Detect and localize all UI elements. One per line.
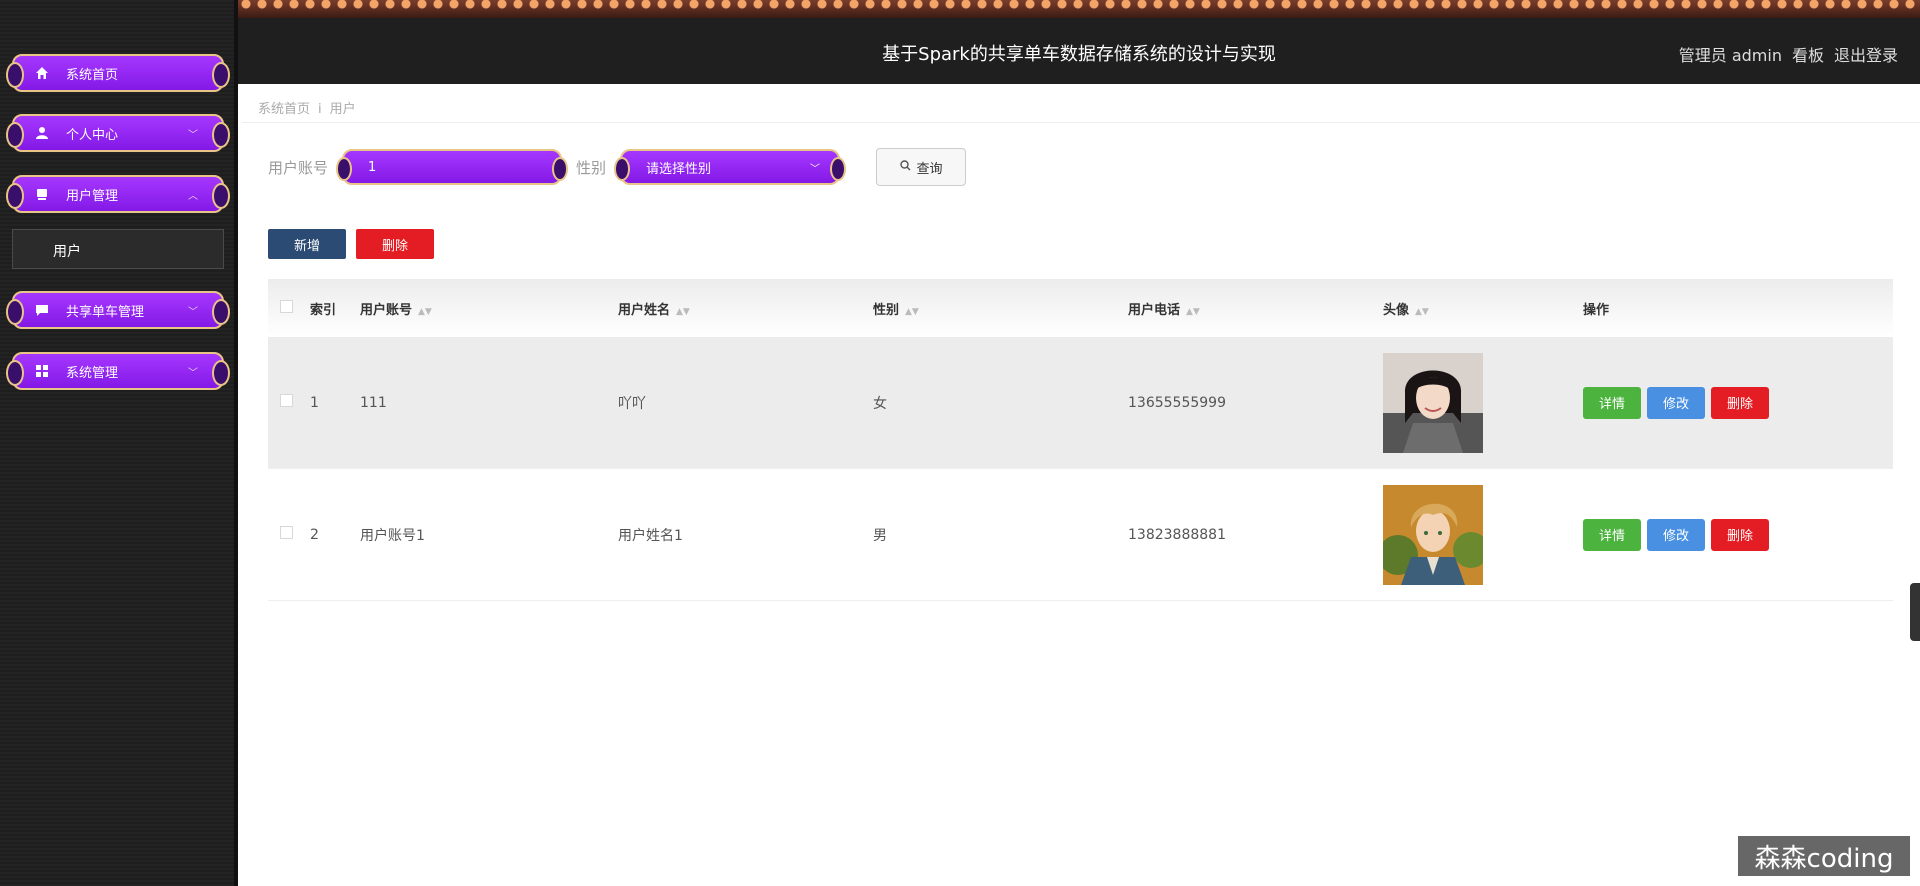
edit-button[interactable]: 修改 [1647,518,1705,551]
query-button[interactable]: 查询 [876,148,967,186]
detail-button[interactable]: 详情 [1583,518,1641,551]
sidebar: 系统首页 个人中心 ﹀ 用户管理 ︿ 用户 共享单车管理 ﹀ 系统管理 ﹀ [0,0,238,886]
cell-name: 吖吖 [618,395,646,412]
header-account[interactable]: 用户账号 ▲▼ [360,299,618,318]
chevron-down-icon: ﹀ [188,306,198,318]
sort-icon: ▲▼ [1415,306,1429,317]
sort-icon: ▲▼ [905,306,919,317]
chevron-up-icon: ︿ [188,190,198,202]
top-header: 基于Spark的共享单车数据存储系统的设计与实现 管理员 admin 看板 退出… [238,0,1920,84]
search-form: 用户账号 1 性别 请选择性别 ﹀ 查询 [268,148,967,186]
sidebar-item-bike-management[interactable]: 共享单车管理 ﹀ [6,291,230,329]
table-header: 索引 用户账号 ▲▼ 用户姓名 ▲▼ 性别 ▲▼ 用户电话 ▲▼ 头像 ▲▼ 操作 [268,279,1893,337]
breadcrumb-current: 用户 [329,102,356,117]
row-delete-button[interactable]: 删除 [1711,518,1769,551]
gender-placeholder: 请选择性别 [646,161,712,177]
header-right: 管理员 admin 看板 退出登录 [1679,42,1898,66]
delete-button[interactable]: 删除 [356,229,434,259]
header-gender[interactable]: 性别 ▲▼ [873,299,1128,318]
avatar [1383,484,1483,585]
header-index: 索引 [310,302,337,318]
page-title: 基于Spark的共享单车数据存储系统的设计与实现 [882,44,1276,65]
sidebar-subitem-user[interactable]: 用户 [12,229,224,269]
action-bar: 新增 删除 [268,229,434,259]
chevron-down-icon: ﹀ [810,163,821,175]
cell-phone: 13655555999 [1128,394,1226,411]
chat-icon [34,303,50,317]
detail-button[interactable]: 详情 [1583,386,1641,419]
sort-icon: ▲▼ [1186,306,1200,317]
row-delete-button[interactable]: 删除 [1711,386,1769,419]
sidebar-item-label: 系统首页 [66,67,119,83]
sidebar-item-label: 用户管理 [66,188,119,204]
cell-gender: 女 [873,395,887,412]
chevron-down-icon: ﹀ [188,367,198,379]
search-icon [899,159,911,175]
watermark: 森森coding [1738,836,1910,876]
sort-icon: ▲▼ [418,306,432,317]
main-content: 系统首页 ⅰ 用户 用户账号 1 性别 请选择性别 ﹀ 查询 新增 删除 索引 用户… [242,84,1920,886]
row-checkbox[interactable] [280,526,293,539]
header-name[interactable]: 用户姓名 ▲▼ [618,299,873,318]
gender-label: 性别 [576,158,607,177]
table-row: 1 111 吖吖 女 13655555999 详情 修改 删除 [268,337,1893,469]
query-label: 查询 [916,161,943,177]
add-button[interactable]: 新增 [268,229,346,259]
row-checkbox[interactable] [280,394,293,407]
sidebar-item-system-management[interactable]: 系统管理 ﹀ [6,352,230,390]
row-actions: 详情 修改 删除 [1583,518,1843,551]
header-avatar[interactable]: 头像 ▲▼ [1383,299,1583,318]
row-actions: 详情 修改 删除 [1583,386,1843,419]
sidebar-item-personal-center[interactable]: 个人中心 ﹀ [6,114,230,152]
cell-gender: 男 [873,527,887,544]
edit-button[interactable]: 修改 [1647,386,1705,419]
user-icon [34,126,50,140]
home-icon [34,66,50,80]
dashboard-link[interactable]: 看板 [1792,42,1824,66]
admin-label: 管理员 admin [1678,46,1782,65]
chevron-down-icon: ﹀ [188,129,198,141]
cell-name: 用户姓名1 [618,527,683,544]
divider [242,122,1920,123]
table-row: 2 用户账号1 用户姓名1 男 13823888881 详情 修改 删除 [268,469,1893,601]
breadcrumb: 系统首页 ⅰ 用户 [258,102,356,117]
logout-link[interactable]: 退出登录 [1834,42,1898,66]
decorative-border [238,0,1920,18]
breadcrumb-home[interactable]: 系统首页 [258,102,310,117]
user-manage-icon [34,187,50,201]
cell-phone: 13823888881 [1128,526,1226,543]
sidebar-item-label: 系统管理 [66,365,119,381]
header-phone[interactable]: 用户电话 ▲▼ [1128,299,1383,318]
select-all-checkbox[interactable] [280,299,293,313]
avatar [1383,352,1483,453]
sort-icon: ▲▼ [676,306,690,317]
account-label: 用户账号 [268,158,329,177]
cell-index: 2 [310,526,319,543]
grid-icon [34,364,50,378]
header-operations: 操作 [1583,302,1610,318]
user-table: 索引 用户账号 ▲▼ 用户姓名 ▲▼ 性别 ▲▼ 用户电话 ▲▼ 头像 ▲▼ 操作 1 1… [268,279,1893,601]
sidebar-item-user-management[interactable]: 用户管理 ︿ [6,175,230,213]
cell-account: 111 [360,394,387,411]
sidebar-item-home[interactable]: 系统首页 [6,54,230,92]
cell-index: 1 [310,394,319,411]
side-scroll-handle[interactable] [1910,583,1920,641]
cell-account: 用户账号1 [360,527,425,544]
sidebar-item-label: 共享单车管理 [66,304,145,320]
gender-select[interactable]: 请选择性别 ﹀ [614,149,847,185]
account-input[interactable]: 1 [336,149,569,185]
sidebar-item-label: 个人中心 [66,127,119,143]
